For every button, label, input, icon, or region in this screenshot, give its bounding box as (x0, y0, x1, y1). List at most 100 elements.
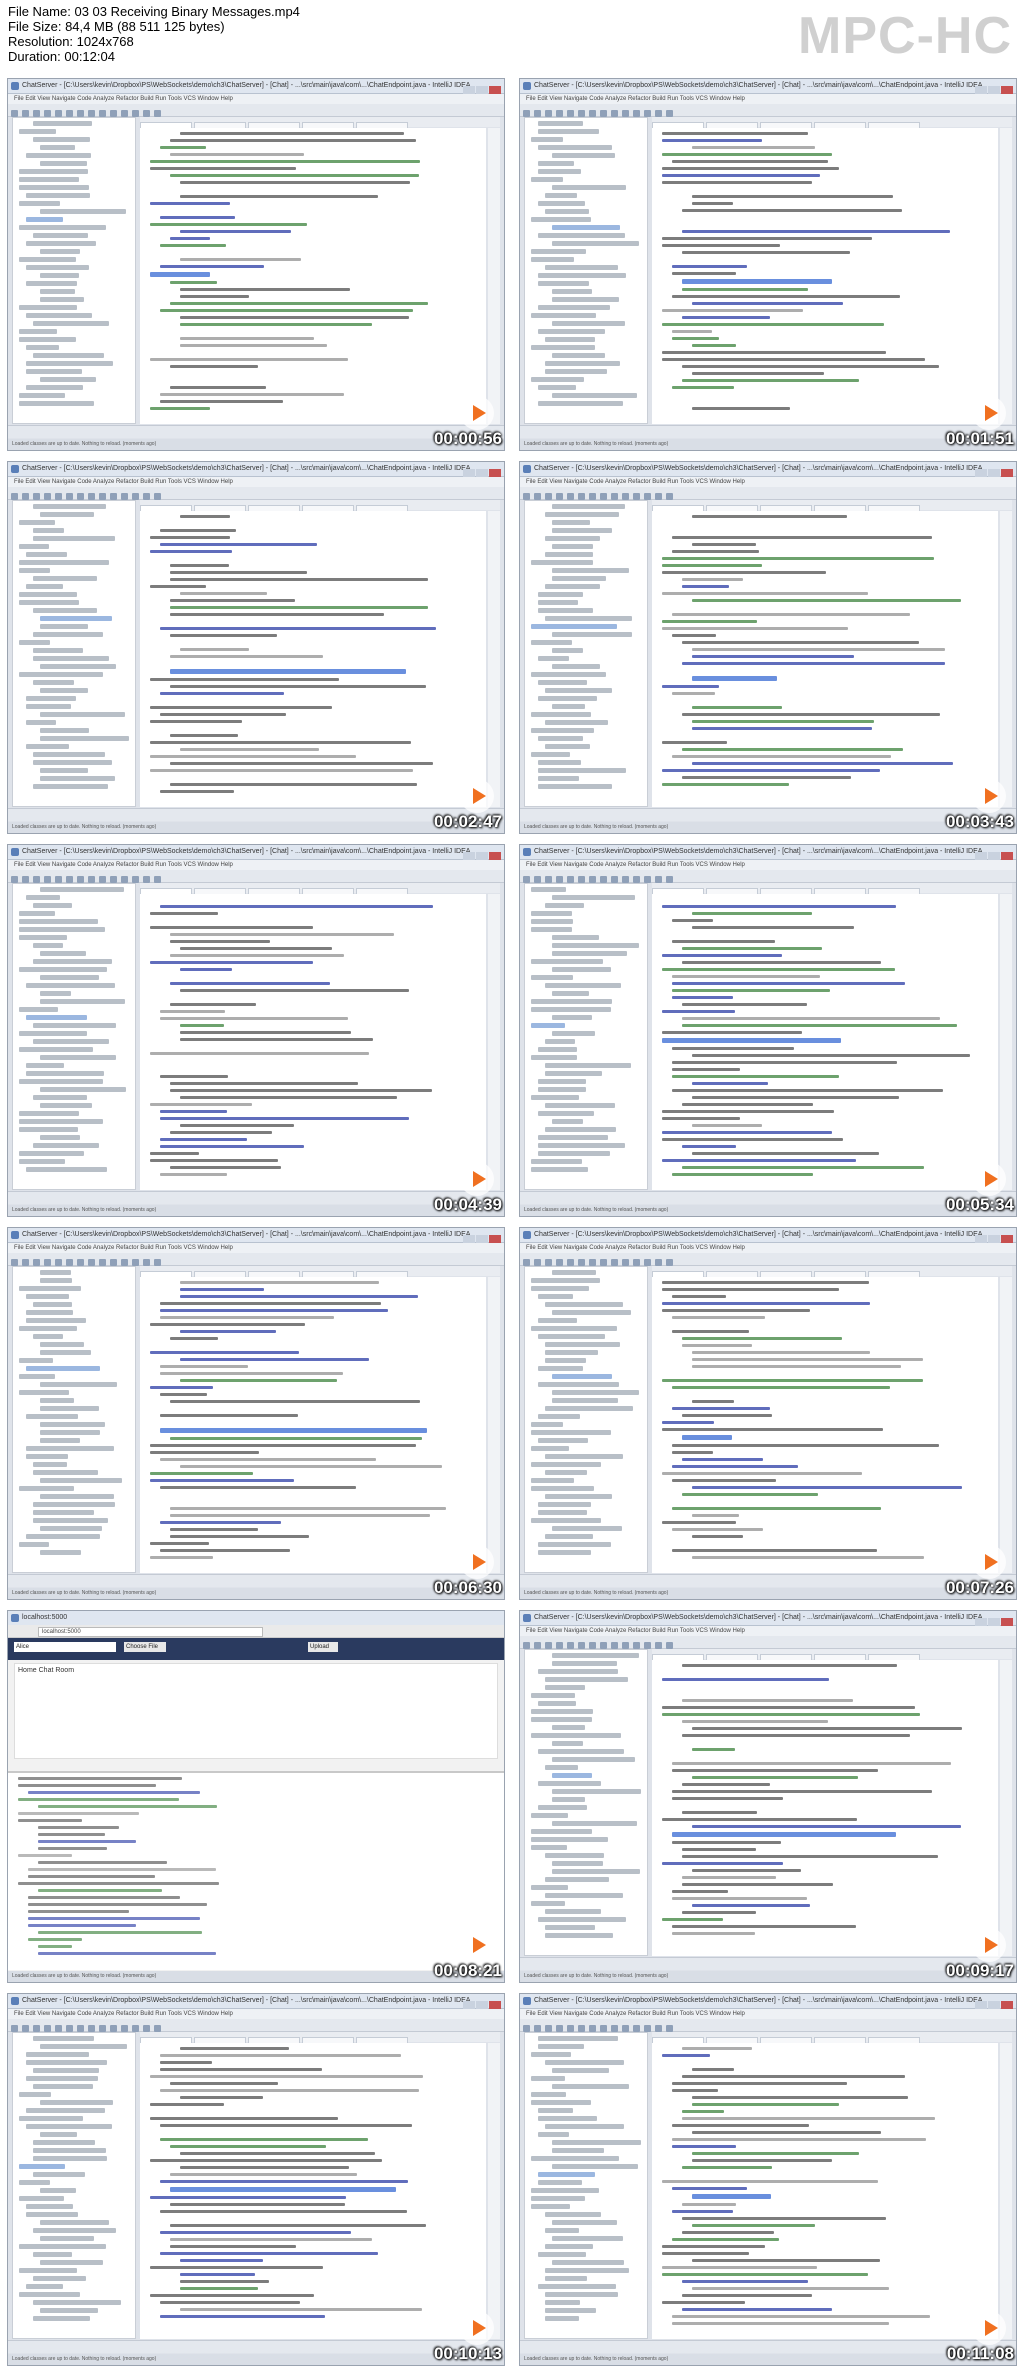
project-tree[interactable] (12, 883, 136, 1190)
toolbar[interactable] (8, 1253, 504, 1266)
menu-bar[interactable]: File Edit View Navigate Code Analyze Ref… (520, 1626, 1016, 1636)
play-icon[interactable] (460, 1545, 494, 1579)
play-icon[interactable] (460, 1162, 494, 1196)
code-editor[interactable] (652, 511, 998, 807)
window-controls[interactable] (462, 847, 502, 860)
editor-tabs[interactable] (140, 117, 500, 130)
window-controls[interactable] (974, 81, 1014, 94)
editor-tabs[interactable] (652, 1266, 1012, 1279)
project-tree[interactable] (12, 1266, 136, 1573)
window-controls[interactable] (462, 1230, 502, 1243)
project-tree[interactable] (524, 883, 648, 1190)
play-icon[interactable] (972, 396, 1006, 430)
tool-window-bar[interactable] (520, 1191, 1016, 1204)
editor-tabs[interactable] (140, 1266, 500, 1279)
video-thumbnail[interactable]: ChatServer - [C:\Users\kevin\Dropbox\PS\… (519, 1610, 1017, 1983)
code-editor[interactable] (652, 128, 998, 424)
scroll-gutter[interactable] (1000, 1660, 1012, 1956)
editor-tabs[interactable] (140, 2032, 500, 2045)
code-editor[interactable] (140, 1277, 486, 1573)
window-controls[interactable] (974, 847, 1014, 860)
scroll-gutter[interactable] (488, 128, 500, 424)
video-thumbnail[interactable]: ChatServer - [C:\Users\kevin\Dropbox\PS\… (519, 461, 1017, 834)
play-icon[interactable] (972, 1162, 1006, 1196)
video-thumbnail[interactable]: ChatServer - [C:\Users\kevin\Dropbox\PS\… (519, 844, 1017, 1217)
name-input[interactable]: Alice (14, 1642, 116, 1652)
editor-tabs[interactable] (140, 500, 500, 513)
play-icon[interactable] (460, 1928, 494, 1962)
tool-window-bar[interactable] (520, 2340, 1016, 2353)
window-controls[interactable] (974, 464, 1014, 477)
project-tree[interactable] (524, 2032, 648, 2339)
video-thumbnail[interactable]: ChatServer - [C:\Users\kevin\Dropbox\PS\… (7, 78, 505, 451)
address-bar[interactable]: localhost:5000 (38, 1627, 263, 1637)
scroll-gutter[interactable] (488, 511, 500, 807)
video-thumbnail[interactable]: ChatServer - [C:\Users\kevin\Dropbox\PS\… (7, 1993, 505, 2366)
menu-bar[interactable]: File Edit View Navigate Code Analyze Ref… (520, 860, 1016, 870)
code-editor[interactable] (652, 894, 998, 1190)
video-thumbnail[interactable]: ChatServer - [C:\Users\kevin\Dropbox\PS\… (519, 78, 1017, 451)
window-controls[interactable] (974, 1996, 1014, 2009)
menu-bar[interactable]: File Edit View Navigate Code Analyze Ref… (8, 860, 504, 870)
menu-bar[interactable]: File Edit View Navigate Code Analyze Ref… (8, 477, 504, 487)
menu-bar[interactable]: File Edit View Navigate Code Analyze Ref… (8, 1243, 504, 1253)
scroll-gutter[interactable] (1000, 2043, 1012, 2339)
project-tree[interactable] (12, 500, 136, 807)
tool-window-bar[interactable] (8, 2340, 504, 2353)
project-tree[interactable] (524, 117, 648, 424)
tool-window-bar[interactable] (8, 1574, 504, 1587)
video-thumbnail[interactable]: ChatServer - [C:\Users\kevin\Dropbox\PS\… (7, 844, 505, 1217)
tool-window-bar[interactable] (8, 808, 504, 821)
toolbar[interactable] (520, 870, 1016, 883)
editor-tabs[interactable] (652, 1649, 1012, 1662)
toolbar[interactable] (520, 1636, 1016, 1649)
window-controls[interactable] (462, 464, 502, 477)
menu-bar[interactable]: File Edit View Navigate Code Analyze Ref… (520, 1243, 1016, 1253)
menu-bar[interactable]: File Edit View Navigate Code Analyze Ref… (520, 477, 1016, 487)
tool-window-bar[interactable] (520, 425, 1016, 438)
play-icon[interactable] (972, 779, 1006, 813)
scroll-gutter[interactable] (1000, 894, 1012, 1190)
editor-tabs[interactable] (652, 117, 1012, 130)
code-editor[interactable] (140, 511, 486, 807)
editor-tabs[interactable] (652, 500, 1012, 513)
choose-file-button[interactable]: Choose File (124, 1642, 166, 1652)
toolbar[interactable] (8, 487, 504, 500)
menu-bar[interactable]: File Edit View Navigate Code Analyze Ref… (8, 94, 504, 104)
scroll-gutter[interactable] (488, 1277, 500, 1573)
code-editor[interactable] (652, 1660, 998, 1956)
play-icon[interactable] (460, 396, 494, 430)
video-thumbnail[interactable]: ChatServer - [C:\Users\kevin\Dropbox\PS\… (519, 1993, 1017, 2366)
tool-window-bar[interactable] (8, 1191, 504, 1204)
play-icon[interactable] (460, 2311, 494, 2345)
code-editor[interactable] (140, 128, 486, 424)
tool-window-bar[interactable] (520, 808, 1016, 821)
project-tree[interactable] (524, 500, 648, 807)
devtools-panel[interactable] (8, 1771, 504, 1970)
play-icon[interactable] (972, 1545, 1006, 1579)
toolbar[interactable] (520, 487, 1016, 500)
menu-bar[interactable]: File Edit View Navigate Code Analyze Ref… (8, 2009, 504, 2019)
editor-tabs[interactable] (652, 883, 1012, 896)
tool-window-bar[interactable] (520, 1957, 1016, 1970)
toolbar[interactable] (8, 2019, 504, 2032)
scroll-gutter[interactable] (1000, 511, 1012, 807)
upload-button[interactable]: Upload (308, 1642, 338, 1652)
toolbar[interactable] (520, 2019, 1016, 2032)
play-icon[interactable] (460, 779, 494, 813)
code-editor[interactable] (140, 2043, 486, 2339)
code-editor[interactable] (140, 894, 486, 1190)
editor-tabs[interactable] (652, 2032, 1012, 2045)
toolbar[interactable] (520, 1253, 1016, 1266)
scroll-gutter[interactable] (1000, 1277, 1012, 1573)
window-controls[interactable] (462, 1996, 502, 2009)
video-thumbnail[interactable]: ChatServer - [C:\Users\kevin\Dropbox\PS\… (7, 1227, 505, 1600)
toolbar[interactable] (520, 104, 1016, 117)
project-tree[interactable] (12, 117, 136, 424)
code-editor[interactable] (652, 2043, 998, 2339)
menu-bar[interactable]: File Edit View Navigate Code Analyze Ref… (520, 2009, 1016, 2019)
tool-window-bar[interactable] (520, 1574, 1016, 1587)
scroll-gutter[interactable] (488, 2043, 500, 2339)
menu-bar[interactable]: File Edit View Navigate Code Analyze Ref… (520, 94, 1016, 104)
video-thumbnail[interactable]: ChatServer - [C:\Users\kevin\Dropbox\PS\… (7, 461, 505, 834)
